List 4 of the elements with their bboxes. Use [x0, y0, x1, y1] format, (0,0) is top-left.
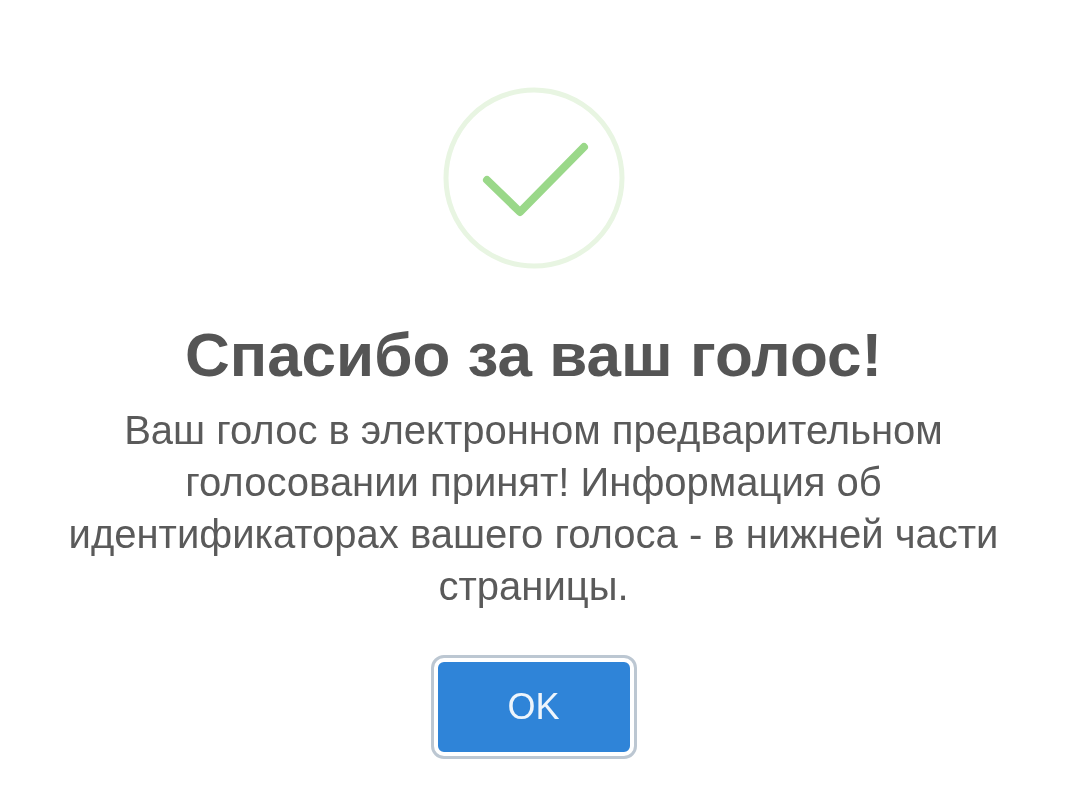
success-check-icon — [441, 86, 626, 270]
ok-button[interactable]: OK — [433, 658, 634, 756]
dialog-title: Спасибо за ваш голос! — [184, 319, 883, 391]
dialog-message: Ваш голос в электронном предварительном голосовании принят! Информация об идентификаторах вашего голоса - в нижней части страницы. — [67, 407, 1000, 610]
